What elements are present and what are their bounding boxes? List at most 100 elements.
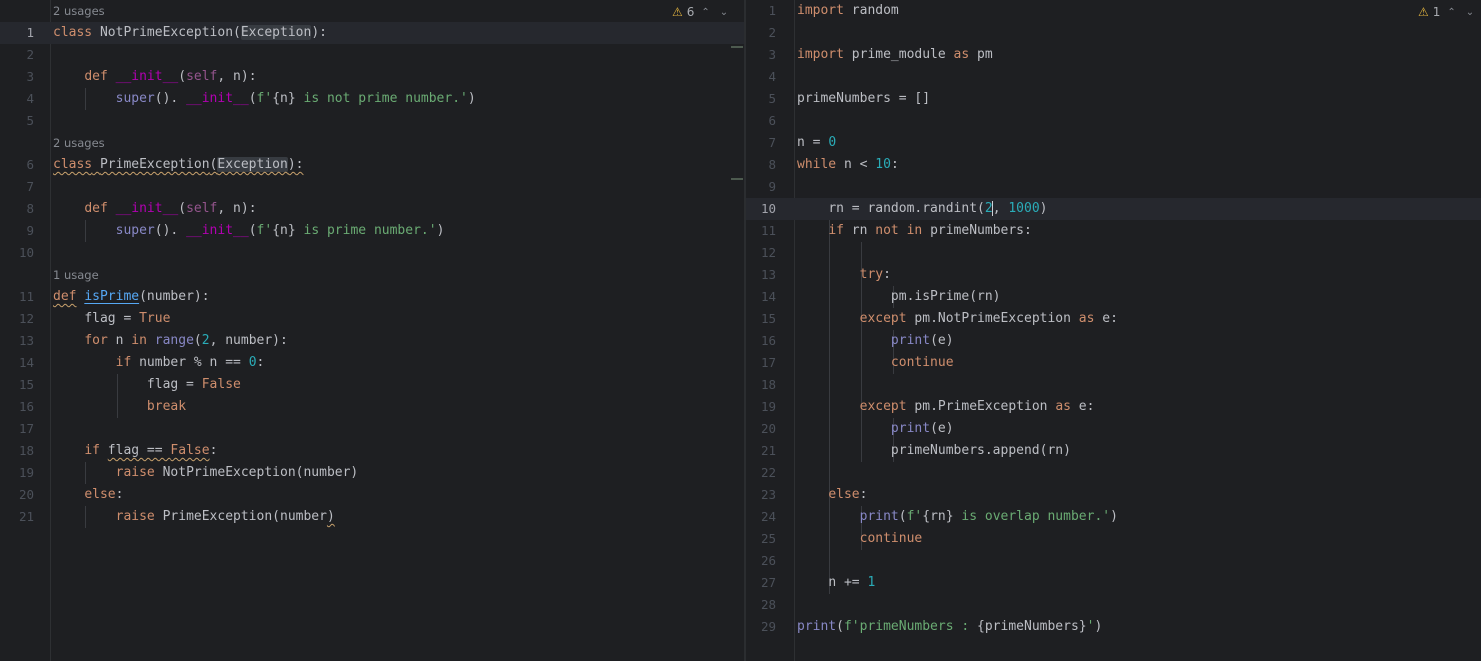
- keyword: class: [53, 25, 93, 40]
- code-line[interactable]: 7 n = 0: [746, 132, 1481, 154]
- code-line[interactable]: 18 if flag == False:: [0, 440, 744, 462]
- usages-hint[interactable]: 1 usage: [53, 264, 99, 286]
- previous-highlight-icon[interactable]: ⌃: [698, 7, 712, 18]
- code-text: ):: [287, 157, 304, 172]
- code-line[interactable]: 19 raise NotPrimeException(number): [0, 462, 744, 484]
- line-number: 8: [768, 157, 776, 172]
- keyword: False: [201, 377, 241, 392]
- code-text: e:: [1070, 399, 1095, 414]
- code-line[interactable]: 13 for n in range(2, number):: [0, 330, 744, 352]
- code-text: :: [115, 487, 124, 502]
- code-line[interactable]: 15 except pm.NotPrimeException as e:: [746, 308, 1481, 330]
- keyword: continue: [890, 355, 954, 370]
- code-line[interactable]: 13 try:: [746, 264, 1481, 286]
- code-line[interactable]: 21 raise PrimeException(number): [0, 506, 744, 528]
- code-line[interactable]: 3 import prime_module as pm: [746, 44, 1481, 66]
- line-number: 10: [18, 245, 34, 260]
- code-line[interactable]: 26: [746, 550, 1481, 572]
- code-line[interactable]: 14 pm.isPrime(rn): [746, 286, 1481, 308]
- line-number: 3: [768, 47, 776, 62]
- code-line[interactable]: 5: [0, 110, 744, 132]
- code-line[interactable]: 11 if rn not in primeNumbers:: [746, 220, 1481, 242]
- code-line[interactable]: 16 print(e): [746, 330, 1481, 352]
- usages-hint[interactable]: 2 usages: [53, 132, 105, 154]
- code-line[interactable]: 12 flag = True: [0, 308, 744, 330]
- line-number: 17: [18, 421, 34, 436]
- code-line[interactable]: 20 else:: [0, 484, 744, 506]
- code-line[interactable]: 1 import random: [746, 0, 1481, 22]
- line-number: 10: [760, 201, 776, 216]
- code-line[interactable]: 27 n += 1: [746, 572, 1481, 594]
- line-number: 5: [26, 113, 34, 128]
- function-name: isPrime: [84, 289, 140, 304]
- number: 2: [201, 333, 210, 348]
- code-line[interactable]: 11 def isPrime(number):: [0, 286, 744, 308]
- code-line[interactable]: 3 def __init__(self, n):: [0, 66, 744, 88]
- code-line[interactable]: 18: [746, 374, 1481, 396]
- line-number: 6: [26, 157, 34, 172]
- code-line[interactable]: 14 if number % n == 0:: [0, 352, 744, 374]
- code-line[interactable]: 10: [0, 242, 744, 264]
- usages-hint[interactable]: 2 usages: [53, 0, 105, 22]
- code-line[interactable]: 4: [746, 66, 1481, 88]
- code-text: ): [1110, 509, 1118, 524]
- left-editor-pane[interactable]: ⚠ 6 ⌃ ⌄ 2 usages 2 usages 1 usage 1 clas…: [0, 0, 744, 661]
- code-line[interactable]: 1 class NotPrimeException(Exception):: [0, 22, 744, 44]
- code-line[interactable]: 2: [0, 44, 744, 66]
- code-line[interactable]: 19 except pm.PrimeException as e:: [746, 396, 1481, 418]
- line-number: 7: [768, 135, 776, 150]
- line-number: 11: [18, 289, 34, 304]
- builtin: print: [859, 509, 899, 524]
- code-text: primeNumbers.append(rn): [890, 443, 1071, 458]
- keyword: raise: [115, 465, 155, 480]
- code-line[interactable]: 5 primeNumbers = []: [746, 88, 1481, 110]
- keyword: as: [1078, 311, 1095, 326]
- string: f': [256, 91, 273, 106]
- code-line[interactable]: 6: [746, 110, 1481, 132]
- code-line[interactable]: 8 def __init__(self, n):: [0, 198, 744, 220]
- code-text: ):: [311, 25, 327, 40]
- code-line[interactable]: 22: [746, 462, 1481, 484]
- code-text: e:: [1094, 311, 1118, 326]
- line-number: 4: [26, 91, 34, 106]
- inspection-widget[interactable]: ⚠ 6 ⌃ ⌄: [672, 2, 731, 22]
- keyword: try: [859, 267, 884, 282]
- code-line[interactable]: 8 while n < 10:: [746, 154, 1481, 176]
- code-line[interactable]: 9: [746, 176, 1481, 198]
- code-line[interactable]: 20 print(e): [746, 418, 1481, 440]
- line-number: 18: [18, 443, 34, 458]
- code-line[interactable]: 29 print(f'primeNumbers : {primeNumbers}…: [746, 616, 1481, 638]
- code-line[interactable]: 24 print(f'{rn} is overlap number.'): [746, 506, 1481, 528]
- keyword: def: [84, 201, 108, 216]
- code-line[interactable]: 17 continue: [746, 352, 1481, 374]
- code-text: (: [898, 509, 907, 524]
- warning-count: 6: [686, 5, 695, 19]
- keyword: if: [828, 223, 844, 238]
- code-line[interactable]: 7: [0, 176, 744, 198]
- code-line[interactable]: 10 rn = random.randint(2, 1000): [746, 198, 1481, 220]
- code-line[interactable]: 15 flag = False: [0, 374, 744, 396]
- code-line[interactable]: 16 break: [0, 396, 744, 418]
- code-line[interactable]: 21 primeNumbers.append(rn): [746, 440, 1481, 462]
- code-line[interactable]: 9 super(). __init__(f'{n} is prime numbe…: [0, 220, 744, 242]
- code-text: (: [248, 223, 257, 238]
- code-line[interactable]: 17: [0, 418, 744, 440]
- code-text: n =: [797, 135, 829, 150]
- code-text: flag =: [146, 377, 202, 392]
- code-line[interactable]: 23 else:: [746, 484, 1481, 506]
- code-text: number % n ==: [131, 355, 249, 370]
- right-editor-pane[interactable]: ⚠ 1 ⌃ ⌄ 1 import random 2 3 import prime…: [746, 0, 1481, 661]
- line-number: 15: [18, 377, 34, 392]
- method-name: __init__: [115, 201, 179, 216]
- code-line[interactable]: 2: [746, 22, 1481, 44]
- code-line[interactable]: 4 super(). __init__(f'{n} is not prime n…: [0, 88, 744, 110]
- next-highlight-icon[interactable]: ⌄: [717, 7, 731, 18]
- code-line[interactable]: 6 class PrimeException(Exception):: [0, 154, 744, 176]
- code-line[interactable]: 12: [746, 242, 1481, 264]
- code-text: , n):: [217, 201, 257, 216]
- code-line[interactable]: 28: [746, 594, 1481, 616]
- code-text: NotPrimeException(number): [154, 465, 359, 480]
- keyword: class: [53, 157, 93, 172]
- code-text: PrimeException(number: [154, 509, 327, 524]
- code-line[interactable]: 25 continue: [746, 528, 1481, 550]
